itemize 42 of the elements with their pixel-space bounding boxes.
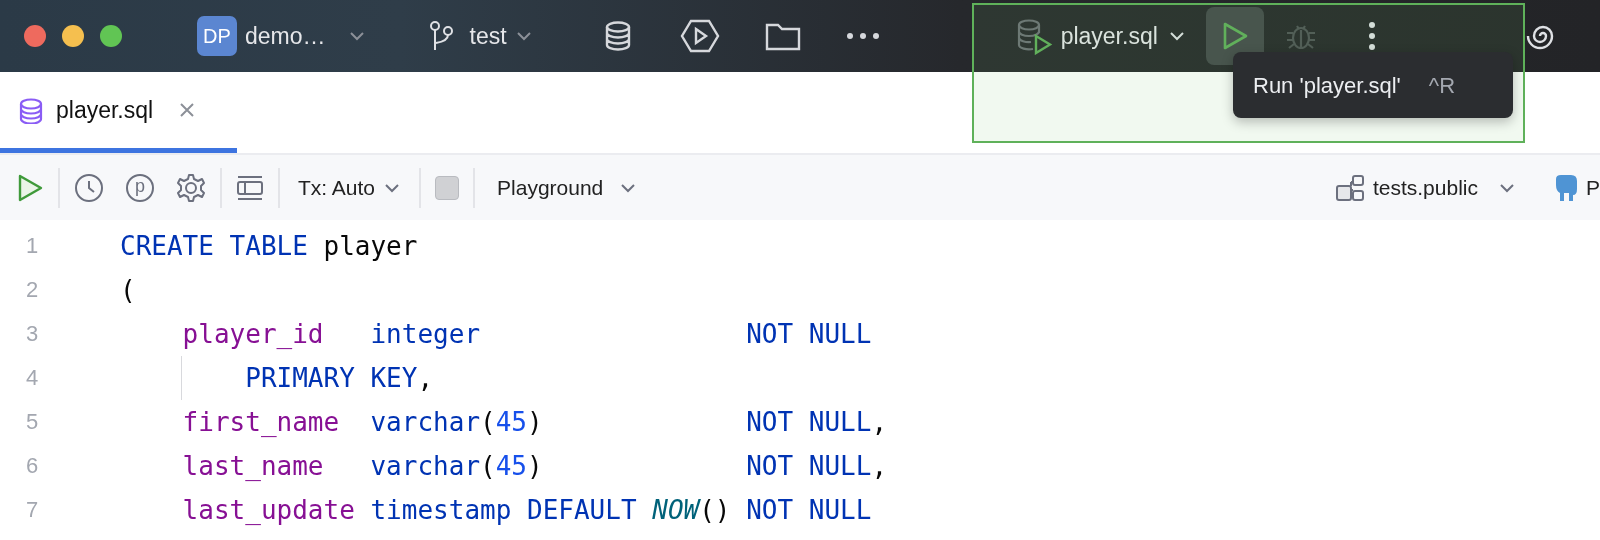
schema-selector[interactable]: tests.public: [1372, 171, 1478, 204]
code-line: last_update timestamp DEFAULT NOW() NOT NULL: [181, 494, 873, 527]
code-line: last_name varchar(45) NOT NULL,: [181, 450, 889, 483]
code-line: player_id integer NOT NULL: [181, 318, 873, 351]
play-hexagon-icon[interactable]: [679, 19, 720, 53]
transaction-mode-dropdown[interactable]: Tx: Auto: [298, 171, 376, 204]
datasource-selector[interactable]: P: [1586, 171, 1600, 204]
branch-name[interactable]: test: [469, 18, 507, 54]
folder-icon[interactable]: [764, 21, 801, 51]
run-icon[interactable]: [16, 172, 44, 203]
layout-icon[interactable]: [236, 174, 264, 201]
window-control-button[interactable]: [62, 25, 84, 47]
line-number: 5: [26, 408, 40, 436]
code-line: CREATE TABLE player: [120, 230, 419, 263]
session-mode-dropdown[interactable]: Playground: [497, 171, 604, 204]
schema-icon: [1334, 173, 1365, 202]
line-number: 7: [26, 496, 40, 524]
database-icon: [18, 96, 44, 124]
project-name[interactable]: demo…: [245, 18, 326, 54]
line-number: 2: [26, 276, 40, 304]
line-number: 3: [26, 320, 40, 348]
code-line: PRIMARY KEY,: [120, 356, 1600, 400]
close-icon[interactable]: [179, 102, 196, 118]
more-icon[interactable]: [845, 32, 880, 40]
project-badge: DP: [197, 16, 237, 56]
window-control-button[interactable]: [24, 25, 46, 47]
run-button[interactable]: [1205, 7, 1264, 65]
tooltip-text: Run 'player.sql': [1253, 71, 1401, 100]
line-number: 6: [26, 452, 40, 480]
run-configuration[interactable]: player.sql: [1060, 18, 1158, 54]
parameters-button[interactable]: p: [126, 173, 154, 202]
tab-label: player.sql: [56, 95, 154, 125]
line-number: 1: [26, 232, 40, 260]
more-vertical-icon[interactable]: [1367, 21, 1376, 51]
code-line: first_name varchar(45) NOT NULL,: [181, 406, 889, 439]
history-icon[interactable]: [74, 172, 104, 203]
window-control-button[interactable]: [100, 25, 122, 47]
line-number: 4: [26, 364, 40, 392]
branch-icon: [427, 19, 454, 53]
code-line: (: [120, 274, 137, 307]
shortcut-text: ^R: [1428, 71, 1456, 100]
settings-icon[interactable]: [176, 172, 206, 203]
